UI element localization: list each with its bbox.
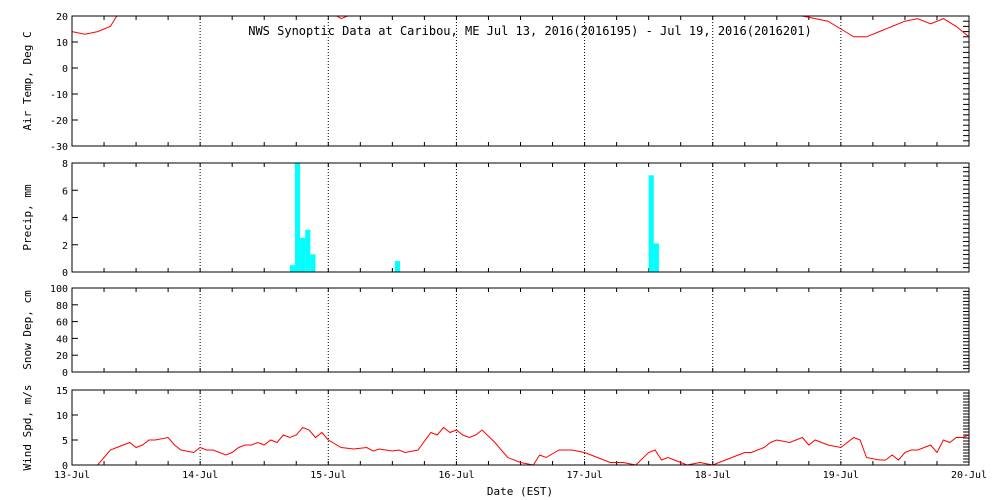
precip-bar	[294, 163, 301, 272]
precip-bar	[310, 254, 316, 272]
precip-bar	[653, 243, 659, 272]
y-axis-title: Precip, mm	[21, 184, 34, 251]
y-tick-label: 0	[62, 368, 68, 379]
y-tick-label: 80	[56, 301, 68, 312]
y-axis-title: Snow Dep, cm	[21, 290, 34, 370]
y-tick-label: 20	[56, 12, 68, 23]
series-wind-speed	[72, 426, 969, 465]
panel-frame	[71, 162, 970, 273]
x-tick-label: 13-Jul	[54, 470, 90, 481]
y-tick-label: 10	[56, 411, 68, 422]
wind-speed-line	[72, 426, 969, 465]
x-tick-label: 17-Jul	[567, 470, 603, 481]
chart-figure: NWS Synoptic Data at Caribou, ME Jul 13,…	[21, 12, 987, 498]
panel-frame	[71, 389, 970, 466]
y-tick-label: 0	[62, 268, 68, 279]
y-tick-label: 5	[62, 436, 68, 447]
y-tick-label: 20	[56, 351, 68, 362]
precip-bar	[300, 237, 306, 272]
y-tick-label: 2	[62, 241, 68, 252]
x-tick-label: 20-Jul	[951, 470, 987, 481]
y-tick-label: 15	[56, 386, 68, 397]
y-tick-label: 4	[62, 214, 68, 225]
precip-bar	[305, 229, 311, 272]
precip-bar	[648, 175, 654, 272]
panel-precip: 8 6 4 2 0 Precip, mm	[21, 159, 970, 279]
panel-snow-depth: 100 80 60 40 20 0 Snow Dep, cm	[21, 284, 970, 379]
y-tick-label: 8	[62, 159, 68, 170]
y-tick-label: -30	[50, 142, 68, 153]
precip-bar	[289, 265, 295, 272]
y-tick-label: 40	[56, 334, 68, 345]
panel-frame	[71, 287, 970, 373]
y-axis-title: Wind Spd, m/s	[21, 384, 34, 470]
y-axis-title: Air Temp, Deg C	[21, 31, 34, 130]
precip-bar	[394, 261, 401, 272]
x-tick-label: 16-Jul	[438, 470, 474, 481]
chart-title: NWS Synoptic Data at Caribou, ME Jul 13,…	[248, 24, 812, 38]
series-precip	[289, 163, 659, 272]
y-tick-label: 100	[50, 284, 68, 295]
x-tick-label: 14-Jul	[182, 470, 218, 481]
panel-wind-speed: 151050Wind Spd, m/s	[21, 384, 970, 472]
x-tick-label: 18-Jul	[695, 470, 731, 481]
y-tick-label: -10	[50, 90, 68, 101]
x-tick-label: 19-Jul	[823, 470, 859, 481]
y-tick-label: 60	[56, 318, 68, 329]
x-axis-title: Date (EST)	[487, 485, 553, 498]
x-tick-label: 15-Jul	[310, 470, 346, 481]
y-tick-label: -20	[50, 116, 68, 127]
y-tick-label: 0	[62, 64, 68, 75]
panels: 20100-10-20-30Air Temp, Deg C86420Precip…	[21, 12, 987, 481]
y-tick-label: 6	[62, 186, 68, 197]
y-tick-label: 10	[56, 38, 68, 49]
